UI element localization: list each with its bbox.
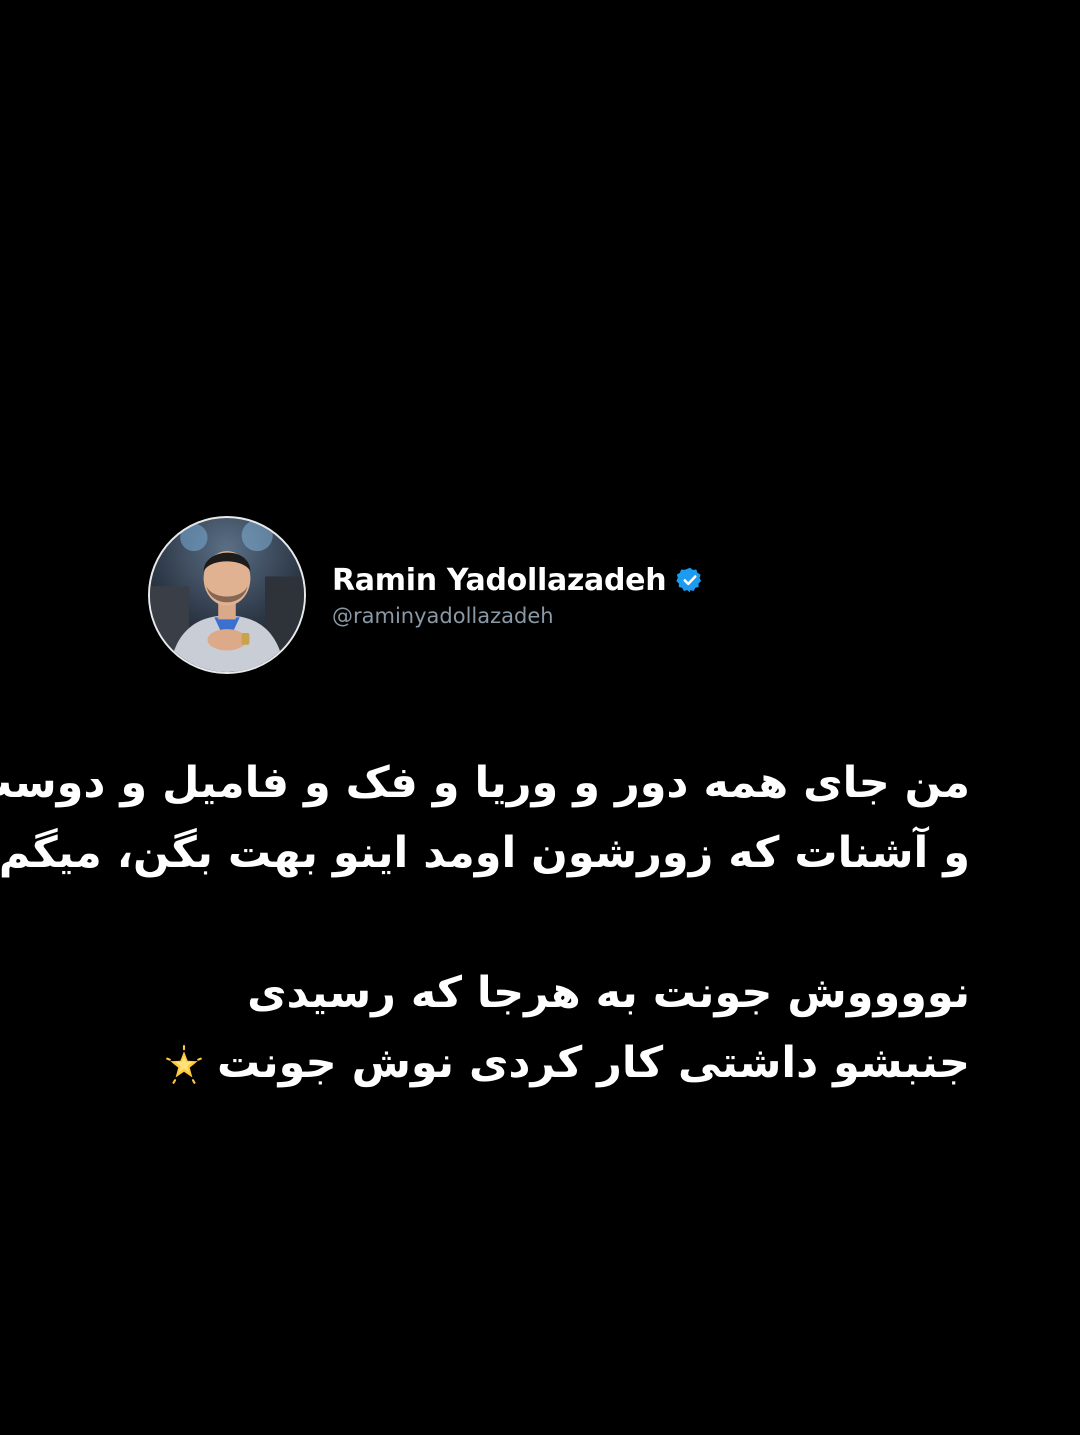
tweet-line-4: جنبشو داشتی کار کردی نوش جونت [90, 1028, 970, 1098]
tweet-text: من جای همه دور و وریا و فک و فامیل و دوس… [0, 748, 970, 1098]
verified-badge-icon [676, 567, 702, 593]
tweet-line-4-text: جنبشو داشتی کار کردی نوش جونت [216, 1038, 970, 1088]
glowing-star-icon [166, 1044, 202, 1084]
tweet-line-1: من جای همه دور و وریا و فک و فامیل و دوس… [0, 758, 970, 808]
tweet-line-2: و آشنات که زورشون اومد اینو بهت بگن، میگ… [0, 828, 970, 878]
author-handle[interactable]: @raminyadollazadeh [332, 604, 704, 628]
avatar[interactable] [148, 516, 306, 674]
name-row: Ramin Yadollazadeh [332, 563, 704, 598]
tweet-header: Ramin Yadollazadeh @raminyadollazadeh [148, 516, 704, 674]
profile-photo [150, 519, 304, 672]
tweet-card: Ramin Yadollazadeh @raminyadollazadeh من… [0, 0, 1080, 1435]
author-identity: Ramin Yadollazadeh @raminyadollazadeh [332, 563, 704, 628]
display-name[interactable]: Ramin Yadollazadeh [332, 563, 667, 598]
tweet-line-3: نووووش جونت به هرجا که رسیدی [247, 968, 970, 1018]
